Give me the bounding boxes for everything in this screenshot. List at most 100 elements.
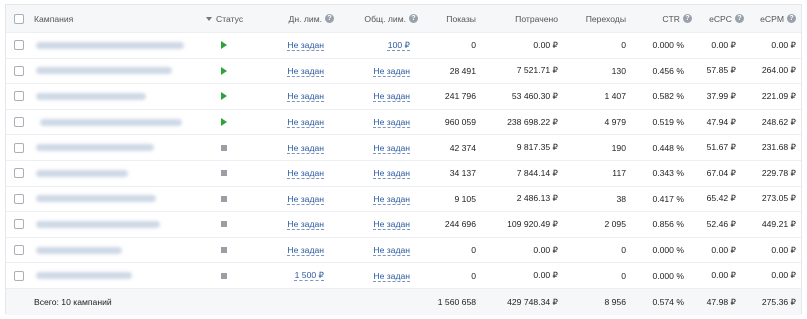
campaign-name[interactable] <box>36 212 196 237</box>
daily-limit-link[interactable]: Не задан <box>287 219 324 229</box>
campaign-name[interactable] <box>36 187 196 212</box>
campaign-name-redacted[interactable] <box>36 41 184 49</box>
total-limit: Не задан <box>336 212 410 237</box>
total-limit-link[interactable]: Не задан <box>373 117 410 127</box>
row-checkbox-cell[interactable] <box>12 84 26 109</box>
col-spent[interactable]: Потрачено <box>476 5 558 32</box>
col-daily-limit[interactable]: Дн. лим. ? <box>256 5 334 32</box>
campaign-name-redacted[interactable] <box>36 144 154 152</box>
play-icon <box>221 66 227 75</box>
table-row[interactable]: Не задан Не задан 28 491 7 521.71 ₽ 130 0.456… <box>6 59 801 85</box>
spent-value: 7 521.71 ₽ <box>516 65 558 76</box>
row-checkbox[interactable] <box>14 142 24 153</box>
table-row[interactable]: Не задан 100 ₽ 0 0.00 ₽ 0 0.000 % 0.00 ₽ 0.00 ₽ <box>6 33 801 59</box>
col-campaign[interactable]: Кампания <box>34 5 184 32</box>
select-all-checkbox-cell[interactable] <box>12 5 26 32</box>
row-checkbox-cell[interactable] <box>12 59 26 84</box>
status-indicator <box>216 263 232 288</box>
row-checkbox[interactable] <box>14 219 24 230</box>
row-checkbox-cell[interactable] <box>12 238 26 263</box>
select-all-checkbox[interactable] <box>14 13 24 24</box>
row-checkbox[interactable] <box>14 117 24 128</box>
total-limit-link[interactable]: 100 ₽ <box>388 40 410 51</box>
col-total-limit[interactable]: Общ. лим. ? <box>336 5 418 32</box>
table-row[interactable]: 1 500 ₽ Не задан 0 0.00 ₽ 0 0.000 % 0.00 ₽ 0.00… <box>6 263 801 289</box>
daily-limit-link[interactable]: Не задан <box>287 143 324 153</box>
table-row[interactable]: Не задан Не задан 9 105 2 486.13 ₽ 38 0.417 %… <box>6 187 801 213</box>
col-ecpm[interactable]: eCPM ? <box>744 5 796 32</box>
daily-limit-link[interactable]: Не задан <box>287 66 324 76</box>
row-checkbox[interactable] <box>14 65 24 76</box>
ecpm-value: 0.00 ₽ <box>771 244 796 255</box>
table-row[interactable]: Не задан Не задан 34 137 7 844.14 ₽ 117 0.343… <box>6 161 801 187</box>
campaign-name-redacted[interactable] <box>36 67 172 75</box>
table-row[interactable]: Не задан Не задан 960 059 238 698.22 ₽ 4 979… <box>6 110 801 136</box>
daily-limit: Не задан <box>256 187 324 212</box>
campaign-name-redacted[interactable] <box>36 246 122 254</box>
campaign-table: Кампания Статус Дн. лим. ? Общ. лим. ? П… <box>5 4 802 315</box>
row-checkbox-cell[interactable] <box>12 110 26 135</box>
campaign-name[interactable] <box>36 238 196 263</box>
campaign-name[interactable] <box>40 110 200 135</box>
campaign-name-redacted[interactable] <box>40 118 182 126</box>
ecpc-value: 0.00 ₽ <box>711 270 736 281</box>
daily-limit-link[interactable]: Не задан <box>287 168 324 178</box>
campaign-name[interactable] <box>36 135 196 160</box>
total-limit-link[interactable]: Не задан <box>373 245 410 255</box>
campaign-name-redacted[interactable] <box>36 195 156 203</box>
help-icon[interactable]: ? <box>325 14 334 23</box>
status-indicator <box>216 33 232 58</box>
help-icon[interactable]: ? <box>787 14 796 23</box>
row-checkbox[interactable] <box>14 270 24 281</box>
row-checkbox-cell[interactable] <box>12 33 26 58</box>
row-checkbox-cell[interactable] <box>12 135 26 160</box>
total-limit-link[interactable]: Не задан <box>373 66 410 76</box>
row-checkbox[interactable] <box>14 245 24 256</box>
row-checkbox-cell[interactable] <box>12 187 26 212</box>
row-checkbox[interactable] <box>14 168 24 179</box>
total-limit-link[interactable]: Не задан <box>373 143 410 153</box>
table-row[interactable]: Не задан Не задан 42 374 9 817.35 ₽ 190 0.448… <box>6 135 801 161</box>
campaign-name-redacted[interactable] <box>36 272 132 280</box>
daily-limit-link[interactable]: Не задан <box>287 117 324 127</box>
total-limit-link[interactable]: Не задан <box>373 219 410 229</box>
row-checkbox[interactable] <box>14 91 24 102</box>
help-icon[interactable]: ? <box>409 14 418 23</box>
daily-limit-link[interactable]: 1 500 ₽ <box>295 270 324 281</box>
row-checkbox[interactable] <box>14 40 24 51</box>
campaign-name[interactable] <box>36 263 196 288</box>
campaign-name[interactable] <box>36 59 196 84</box>
daily-limit-link[interactable]: Не задан <box>287 245 324 255</box>
total-limit-link[interactable]: Не задан <box>373 194 410 204</box>
col-ctr[interactable]: CTR ? <box>626 5 692 32</box>
clicks-value: 0 <box>621 270 626 281</box>
help-icon[interactable]: ? <box>735 14 744 23</box>
campaign-name[interactable] <box>36 161 196 186</box>
total-limit-link[interactable]: Не задан <box>373 271 410 281</box>
spent-value: 9 817.35 ₽ <box>516 142 558 153</box>
sort-desc-icon[interactable] <box>206 16 212 21</box>
daily-limit-link[interactable]: Не задан <box>287 194 324 204</box>
total-limit-link[interactable]: Не задан <box>373 91 410 101</box>
row-checkbox-cell[interactable] <box>12 161 26 186</box>
table-row[interactable]: Не задан Не задан 241 796 53 460.30 ₽ 1 407 0… <box>6 84 801 110</box>
row-checkbox-cell[interactable] <box>12 263 26 288</box>
table-row[interactable]: Не задан Не задан 0 0.00 ₽ 0 0.000 % 0.00 ₽ 0.0… <box>6 238 801 264</box>
daily-limit-link[interactable]: Не задан <box>287 91 324 101</box>
col-clicks[interactable]: Переходы <box>558 5 626 32</box>
campaign-name[interactable] <box>36 33 196 58</box>
row-checkbox-cell[interactable] <box>12 212 26 237</box>
daily-limit-link[interactable]: Не задан <box>287 40 324 50</box>
totals-ecpc: 47.98 ₽ <box>706 296 736 307</box>
col-ecpc[interactable]: eCPC ? <box>692 5 744 32</box>
campaign-name-redacted[interactable] <box>36 220 160 228</box>
campaign-name-redacted[interactable] <box>36 92 146 100</box>
total-limit-link[interactable]: Не задан <box>373 168 410 178</box>
daily-limit: Не задан <box>256 33 324 58</box>
col-impressions[interactable]: Показы <box>418 5 476 32</box>
campaign-name-redacted[interactable] <box>36 169 128 177</box>
table-row[interactable]: Не задан Не задан 244 696 109 920.49 ₽ 2 095… <box>6 212 801 238</box>
row-checkbox[interactable] <box>14 193 24 204</box>
help-icon[interactable]: ? <box>683 14 692 23</box>
campaign-name[interactable] <box>36 84 196 109</box>
